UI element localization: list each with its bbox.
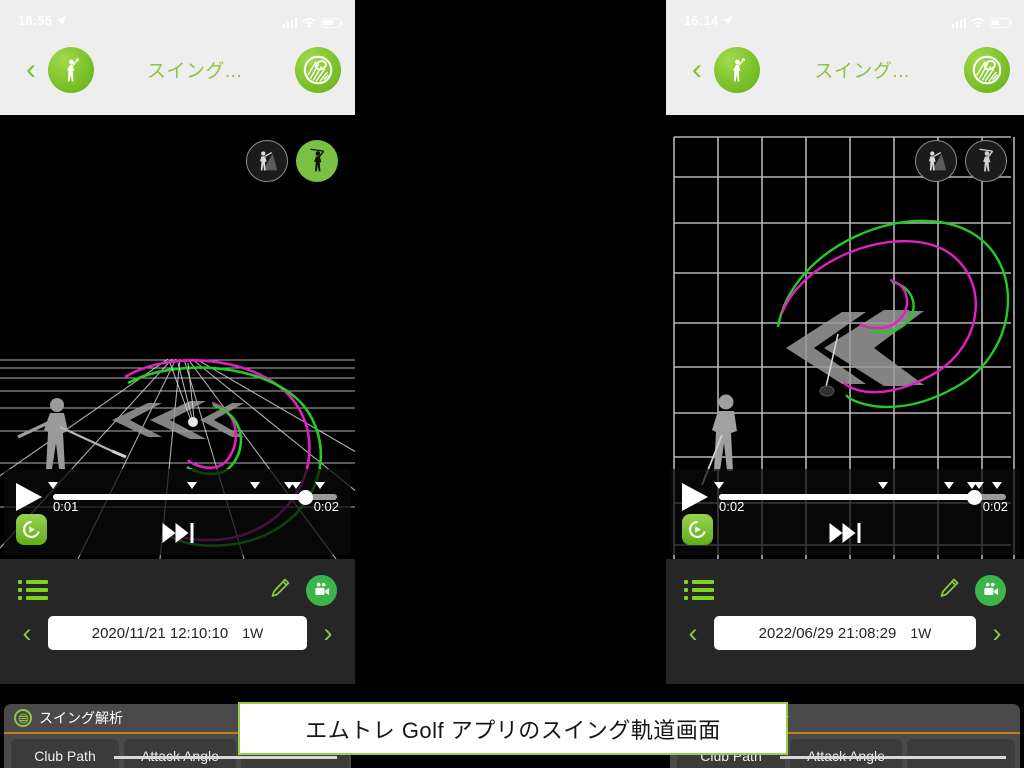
seek-marker[interactable] [48, 482, 58, 489]
golfer-swing-icon[interactable] [48, 46, 94, 93]
analysis-slider-line[interactable] [114, 756, 337, 759]
nav-bar: ‹ スイング... [0, 32, 355, 127]
status-indicators [282, 17, 343, 28]
screenshot-stage: 18:55 ‹ スイング... 0:01 0:02 ‹ 2020/11/21 1… [0, 0, 1024, 768]
pencil-icon[interactable] [937, 576, 961, 605]
skip-forward-icon[interactable] [162, 523, 193, 543]
status-bar: 18:55 [0, 0, 355, 32]
wifi-icon [302, 18, 316, 28]
video-player-controls[interactable]: 0:02 0:02 [670, 469, 1020, 555]
seek-progress [53, 494, 306, 500]
battery-icon [990, 17, 1012, 28]
back-button[interactable]: ‹ [680, 54, 714, 85]
cellular-signal-icon [951, 17, 966, 28]
seek-marker[interactable] [992, 482, 1003, 489]
status-time-group: 16:14 [684, 13, 733, 28]
status-time: 16:14 [684, 13, 719, 28]
swing-datetime-value: 2022/06/29 21:08:29 [758, 624, 897, 642]
seek-handle[interactable] [966, 489, 982, 505]
swing-toolbar-panel: ‹ 2020/11/21 12:10:10 1W › [0, 559, 355, 684]
date-selector-row[interactable]: ‹ 2020/11/21 12:10:10 1W › [0, 613, 355, 653]
date-selector-row[interactable]: ‹ 2022/06/29 21:08:29 1W › [666, 613, 1024, 653]
seek-marker[interactable] [877, 482, 888, 489]
phone-screenshot-right: 16:14 ‹ スイング... 0:02 0:02 ‹ 2022/06/29 2… [666, 0, 1024, 768]
nav-bar: ‹ スイング... [666, 32, 1024, 127]
list-icon[interactable] [18, 580, 48, 600]
seek-marker[interactable] [714, 482, 724, 489]
seek-handle[interactable] [298, 489, 314, 505]
seek-marker[interactable] [249, 482, 260, 489]
play-icon[interactable] [16, 483, 42, 511]
seek-marker[interactable] [187, 482, 198, 489]
page-title: スイング... [814, 61, 910, 82]
video-camera-icon[interactable] [975, 574, 1006, 606]
play-icon[interactable] [682, 483, 708, 511]
view-toggle-group[interactable] [915, 140, 1007, 182]
list-icon[interactable] [684, 580, 714, 600]
toolbar [666, 573, 1024, 607]
tab-club-path[interactable]: Club Path [11, 739, 119, 768]
seek-marker[interactable] [290, 482, 301, 489]
prev-swing-button[interactable]: ‹ [14, 619, 40, 647]
battery-icon [321, 17, 343, 28]
total-time-label: 0:02 [313, 499, 339, 514]
tab-extra[interactable] [907, 739, 1015, 768]
swing-analysis-icon [14, 709, 32, 727]
swing-analysis-title: スイング解析 [39, 710, 123, 726]
prev-swing-button[interactable]: ‹ [680, 619, 706, 647]
down-the-line-view-icon[interactable] [246, 140, 288, 182]
swing-trajectory-view[interactable]: 0:01 0:02 [0, 115, 355, 559]
status-bar: 16:14 [666, 0, 1024, 32]
toolbar [0, 573, 355, 607]
swing-datetime-field[interactable]: 2020/11/21 12:10:10 1W [48, 616, 307, 650]
swing-toolbar-panel: ‹ 2022/06/29 21:08:29 1W › [666, 559, 1024, 684]
replay-icon[interactable] [16, 514, 47, 545]
face-on-view-icon[interactable] [296, 140, 338, 182]
golfer-swing-icon[interactable] [714, 46, 760, 93]
seek-progress [719, 494, 975, 500]
location-arrow-icon [56, 15, 67, 26]
skip-forward-icon[interactable] [829, 523, 861, 543]
view-toggle-group[interactable] [246, 140, 338, 182]
analysis-slider-line[interactable] [780, 756, 1006, 759]
pencil-icon[interactable] [268, 576, 292, 605]
seek-track[interactable] [48, 482, 337, 505]
replay-icon[interactable] [682, 514, 713, 545]
caption-banner: エムトレ Golf アプリのスイング軌道画面 [238, 702, 788, 755]
seek-marker[interactable] [314, 482, 325, 489]
video-player-controls[interactable]: 0:01 0:02 [4, 469, 351, 555]
ball-spin-icon[interactable] [295, 46, 341, 93]
wifi-icon [971, 18, 985, 28]
seek-marker[interactable] [943, 482, 954, 489]
seek-marker[interactable] [973, 482, 984, 489]
tab-attack-angle[interactable]: Attack Angle [790, 739, 902, 768]
current-time-label: 0:02 [719, 499, 745, 514]
video-camera-icon[interactable] [306, 574, 337, 606]
club-label: 1W [242, 625, 264, 641]
status-time: 18:55 [18, 13, 53, 28]
total-time-label: 0:02 [982, 499, 1008, 514]
next-swing-button[interactable]: › [984, 619, 1010, 647]
down-the-line-view-icon[interactable] [915, 140, 957, 182]
tab-attack-angle[interactable]: Attack Angle [124, 739, 236, 768]
current-time-label: 0:01 [53, 499, 79, 514]
swing-datetime-field[interactable]: 2022/06/29 21:08:29 1W [714, 616, 976, 650]
ball-spin-icon[interactable] [964, 46, 1010, 93]
phone-screenshot-left: 18:55 ‹ スイング... 0:01 0:02 ‹ 2020/11/21 1… [0, 0, 355, 768]
swing-datetime-value: 2020/11/21 12:10:10 [91, 624, 229, 642]
seek-track[interactable] [714, 482, 1006, 505]
location-arrow-icon [722, 15, 733, 26]
swing-trajectory-view[interactable]: 0:02 0:02 [666, 115, 1024, 559]
status-indicators [951, 17, 1012, 28]
face-on-view-icon[interactable] [965, 140, 1007, 182]
page-title: スイング... [146, 61, 243, 82]
status-time-group: 18:55 [18, 13, 67, 28]
club-label: 1W [910, 625, 932, 641]
cellular-signal-icon [282, 17, 297, 28]
back-button[interactable]: ‹ [14, 54, 48, 85]
next-swing-button[interactable]: › [315, 619, 341, 647]
